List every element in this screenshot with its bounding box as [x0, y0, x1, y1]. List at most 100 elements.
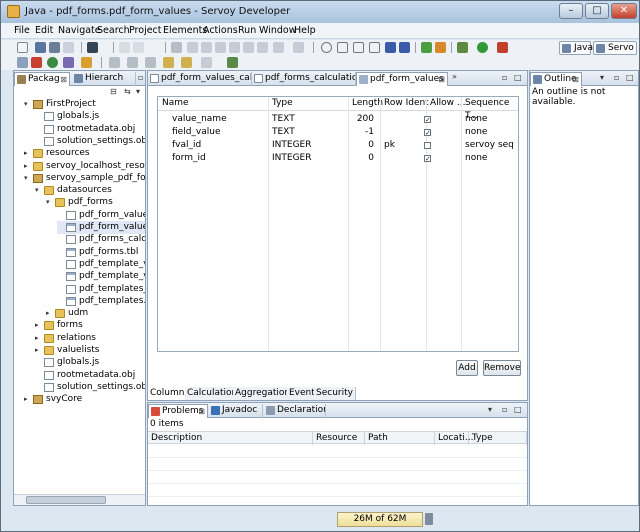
- java-perspective-button[interactable]: Java: [559, 41, 593, 55]
- subtab-security[interactable]: Security: [314, 387, 356, 400]
- tab-javadoc[interactable]: Javadoc: [209, 404, 263, 418]
- menu-navigate[interactable]: Navigate: [58, 25, 101, 36]
- menu-actions[interactable]: Actions: [203, 25, 238, 36]
- column-header-type[interactable]: Type: [272, 97, 293, 110]
- cell-type[interactable]: INTEGER: [272, 139, 312, 152]
- save-all-icon[interactable]: [49, 42, 60, 53]
- cell-sequence-type[interactable]: none: [465, 113, 487, 126]
- tree-item[interactable]: ▾ datasources: [35, 184, 145, 197]
- align-bottom-icon[interactable]: [257, 42, 268, 53]
- close-button[interactable]: ✕: [611, 3, 637, 19]
- wand-icon[interactable]: [81, 57, 92, 68]
- debug-alt-icon[interactable]: [435, 42, 446, 53]
- expanded-icon[interactable]: ▾: [46, 196, 54, 209]
- collapse-all-icon[interactable]: ⊟: [110, 87, 117, 96]
- expanded-icon[interactable]: ▾: [24, 98, 32, 111]
- tree-item[interactable]: ▸ resources: [24, 147, 145, 160]
- remove-button[interactable]: Remove: [483, 360, 521, 376]
- allow-null-checkbox[interactable]: ✓: [424, 155, 431, 163]
- minimize-view-icon[interactable]: ▫: [614, 73, 619, 82]
- menu-search[interactable]: Search: [97, 25, 130, 36]
- cut-icon[interactable]: [119, 42, 130, 53]
- collapsed-icon[interactable]: ▸: [35, 319, 43, 332]
- minimize-view-icon[interactable]: ▫: [502, 405, 507, 414]
- tree-item[interactable]: pdf_form_values_calc: [57, 209, 145, 222]
- tree-item[interactable]: solution_settings.obj: [35, 381, 145, 394]
- copy-icon[interactable]: [133, 42, 144, 53]
- back-icon[interactable]: [181, 57, 192, 68]
- debug-icon[interactable]: [421, 42, 432, 53]
- build-icon[interactable]: [457, 42, 468, 53]
- align-center-icon[interactable]: [201, 42, 212, 53]
- cell-name[interactable]: form_id: [172, 152, 206, 165]
- tree-item[interactable]: ▾ pdf_forms: [46, 196, 145, 209]
- menu-run[interactable]: Run: [238, 25, 256, 36]
- run-icon[interactable]: [477, 42, 488, 53]
- square-icon[interactable]: [337, 42, 348, 53]
- tree-item[interactable]: rootmetadata.obj: [35, 123, 145, 136]
- column-header-location[interactable]: Locati...: [435, 432, 473, 445]
- view-menu-icon[interactable]: ▾: [136, 87, 140, 96]
- cell-sequence-type[interactable]: none: [465, 126, 487, 139]
- collapsed-icon[interactable]: ▸: [35, 332, 43, 345]
- new-icon[interactable]: [17, 42, 28, 53]
- expanded-icon[interactable]: ▾: [35, 184, 43, 197]
- forward-icon[interactable]: [201, 57, 212, 68]
- distribute-icon[interactable]: [273, 42, 284, 53]
- menu-help[interactable]: Help: [294, 25, 316, 36]
- tree-item[interactable]: globals.js: [35, 110, 145, 123]
- tree-item[interactable]: ▸ relations: [35, 332, 145, 345]
- last-edit-icon[interactable]: [163, 57, 174, 68]
- tree-item[interactable]: ▸ valuelists: [35, 344, 145, 357]
- menu-edit[interactable]: Edit: [35, 25, 53, 36]
- search-icon[interactable]: [63, 57, 74, 68]
- tree-item[interactable]: ▸ udm: [46, 307, 145, 320]
- collapsed-icon[interactable]: ▸: [24, 393, 32, 406]
- flag-icon[interactable]: [385, 42, 396, 53]
- console-icon[interactable]: [87, 42, 98, 53]
- trash-icon[interactable]: [425, 513, 433, 525]
- save-icon[interactable]: [35, 42, 46, 53]
- servoy-perspective-button[interactable]: Servo: [593, 41, 637, 55]
- grid-icon[interactable]: [17, 57, 28, 68]
- add-button[interactable]: Add: [456, 360, 478, 376]
- frame-icon[interactable]: [369, 42, 380, 53]
- tree-item[interactable]: rootmetadata.obj: [35, 369, 145, 382]
- maximize-button[interactable]: □: [585, 3, 609, 19]
- tree-item[interactable]: pdf_form_values.tbl: [57, 221, 145, 234]
- view-menu-icon[interactable]: ▾: [600, 73, 604, 82]
- tree-item[interactable]: pdf_templates_calcu: [57, 283, 145, 296]
- cell-row-ident[interactable]: pk: [384, 139, 395, 152]
- column-header-description[interactable]: Description: [148, 432, 313, 445]
- minimize-button[interactable]: –: [559, 3, 583, 19]
- tab-problems[interactable]: Problems ⊠: [148, 404, 208, 418]
- tree-item[interactable]: pdf_forms_calculatio: [57, 233, 145, 246]
- align-left-icon[interactable]: [187, 42, 198, 53]
- font-icon[interactable]: [171, 42, 182, 53]
- cell-length[interactable]: 200: [346, 113, 374, 126]
- menu-window[interactable]: Window: [259, 25, 296, 36]
- horizontal-scrollbar[interactable]: [14, 494, 145, 505]
- cell-type[interactable]: TEXT: [272, 113, 295, 126]
- menu-project[interactable]: Project: [129, 25, 162, 36]
- cell-name[interactable]: fval_id: [172, 139, 201, 152]
- menu-elements[interactable]: Elements: [163, 25, 207, 36]
- collapsed-icon[interactable]: ▸: [35, 344, 43, 357]
- minimize-editor-icon[interactable]: ▫: [502, 73, 507, 82]
- tab-hierarchy[interactable]: Hierarch: [72, 72, 136, 86]
- cell-length[interactable]: 0: [346, 139, 374, 152]
- column-header-sequence-type[interactable]: Sequence T...: [465, 97, 518, 121]
- maximize-view-icon[interactable]: □: [514, 405, 522, 414]
- column-header-path[interactable]: Path: [365, 432, 435, 445]
- tree-item[interactable]: solution_settings.obj: [35, 135, 145, 148]
- more-tabs-icon[interactable]: »: [452, 72, 457, 81]
- web-client-icon[interactable]: [47, 57, 58, 68]
- tree-item[interactable]: ▾ servoy_sample_pdf_forms: [24, 172, 145, 185]
- align-top-icon[interactable]: [229, 42, 240, 53]
- flag-alt-icon[interactable]: [399, 42, 410, 53]
- cell-sequence-type[interactable]: servoy seq: [465, 139, 514, 152]
- annotation-icon[interactable]: [109, 57, 120, 68]
- cell-length[interactable]: -1: [346, 126, 374, 139]
- tree-item[interactable]: pdf_template_values: [57, 270, 145, 283]
- tree-item[interactable]: ▸ servoy_localhost_resources: [24, 160, 145, 173]
